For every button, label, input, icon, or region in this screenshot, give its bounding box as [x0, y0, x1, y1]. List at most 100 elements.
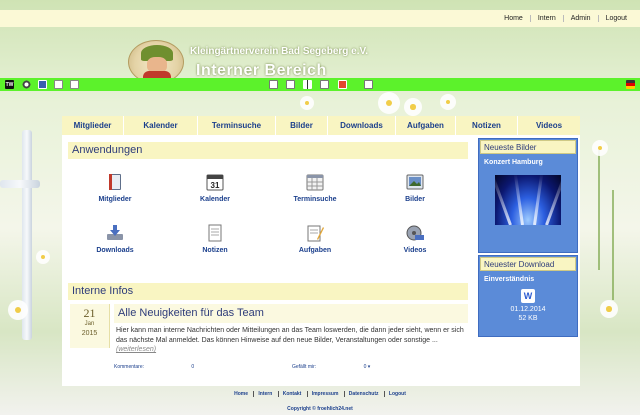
flower-stem	[612, 190, 614, 300]
tw-logo-icon[interactable]: TW	[5, 80, 14, 89]
latest-download-heading: Neuester Download	[480, 257, 576, 271]
daisy-flower	[440, 94, 456, 110]
main-panel: Mitglieder Kalender Terminsuche Bilder D…	[62, 116, 580, 386]
daisy-flower	[36, 250, 50, 264]
top-nav-logout[interactable]: Logout	[597, 15, 634, 22]
fence-post	[22, 130, 32, 340]
top-nav-admin[interactable]: Admin	[562, 15, 598, 22]
app-label: Kalender	[200, 196, 230, 203]
light-beam	[545, 175, 561, 225]
top-nav-home[interactable]: Home	[497, 15, 530, 22]
footer-link-kontakt[interactable]: Kontakt	[277, 391, 306, 397]
picture-icon	[406, 174, 424, 190]
arrow-right-icon[interactable]	[286, 80, 295, 89]
nav-kalender[interactable]: Kalender	[124, 116, 198, 135]
light-beam	[533, 175, 544, 225]
footer-link-logout[interactable]: Logout	[383, 391, 410, 397]
notes-icon	[208, 224, 222, 242]
nav-downloads[interactable]: Downloads	[328, 116, 396, 135]
nav-bilder[interactable]: Bilder	[276, 116, 328, 135]
news-body: Hier kann man interne Nachrichten oder M…	[116, 326, 470, 355]
daisy-flower	[600, 300, 618, 318]
footer-nav: Home Intern Kontakt Impressum Datenschut…	[0, 391, 640, 397]
site-title: Kleingärtnerverein Bad Segeberg e.V.	[190, 46, 369, 57]
app-downloads[interactable]: Downloads	[70, 223, 160, 254]
image-icon[interactable]	[38, 80, 47, 89]
light-beam	[495, 175, 512, 225]
concert-photo[interactable]	[495, 175, 561, 225]
app-terminsuche[interactable]: Terminsuche	[270, 172, 360, 203]
latest-pictures-box: Neueste Bilder Konzert Hamburg	[478, 138, 578, 253]
footer-link-intern[interactable]: Intern	[253, 391, 277, 397]
app-aufgaben[interactable]: Aufgaben	[270, 223, 360, 254]
app-kalender[interactable]: 31 Kalender	[170, 172, 260, 203]
fence-rail	[0, 180, 40, 188]
likes-dropdown-icon[interactable]: ▾	[368, 364, 371, 370]
app-label: Videos	[403, 247, 427, 254]
app-label: Downloads	[96, 247, 134, 254]
gear-icon[interactable]	[22, 80, 31, 89]
news-day: 21	[83, 306, 96, 320]
app-notizen[interactable]: Notizen	[170, 223, 260, 254]
admin-toolbar: TW	[0, 78, 640, 91]
word-document-icon[interactable]: W	[521, 289, 535, 303]
download-date: 01.12.2014	[510, 306, 546, 313]
latest-download-box: Neuester Download Einverständnis W 01.12…	[478, 255, 578, 337]
likes-meta[interactable]: Gefällt mir: 0 ▾	[292, 364, 370, 370]
shield-icon[interactable]	[338, 80, 347, 89]
calendar-icon: 31	[206, 174, 224, 191]
schedule-grid-icon	[306, 174, 324, 191]
new-page-icon[interactable]	[70, 80, 79, 89]
daisy-flower	[378, 92, 400, 114]
calendar-day-number: 31	[211, 181, 220, 190]
comments-meta[interactable]: Kommentare: 0	[114, 364, 194, 370]
app-bilder[interactable]: Bilder	[370, 172, 460, 203]
top-nav: Home Intern Admin Logout	[497, 10, 634, 27]
likes-count: 0	[363, 364, 367, 370]
mail-icon[interactable]	[364, 80, 373, 89]
read-more-link[interactable]: (weiterlesen)	[116, 346, 156, 353]
app-videos[interactable]: Videos	[370, 223, 460, 254]
applications-grid: Mitglieder 31 Kalender Terminsuche Bilde…	[70, 172, 468, 272]
pages-icon[interactable]	[54, 80, 63, 89]
comments-label: Kommentare:	[114, 364, 145, 370]
news-year: 2015	[81, 330, 98, 337]
app-mitglieder[interactable]: Mitglieder	[70, 172, 160, 203]
top-nav-intern[interactable]: Intern	[529, 15, 563, 22]
footer-link-impressum[interactable]: Impressum	[306, 391, 343, 397]
news-date: 21 Jan 2015	[70, 304, 110, 348]
arrow-left-icon[interactable]	[303, 80, 312, 89]
nav-terminsuche[interactable]: Terminsuche	[198, 116, 276, 135]
app-label: Aufgaben	[298, 247, 332, 254]
news-title[interactable]: Alle Neuigkeiten für das Team	[114, 304, 468, 323]
latest-picture-caption[interactable]: Konzert Hamburg	[479, 155, 577, 169]
daisy-flower	[404, 98, 422, 116]
nav-mitglieder[interactable]: Mitglieder	[62, 116, 124, 135]
flag-icon[interactable]	[626, 80, 635, 89]
daisy-flower	[8, 300, 28, 320]
main-nav: Mitglieder Kalender Terminsuche Bilder D…	[62, 116, 580, 135]
copyright[interactable]: Copyright © froehlich24.net	[0, 406, 640, 412]
app-label: Mitglieder	[98, 196, 132, 203]
comments-count: 0	[191, 364, 195, 370]
news-month: Jan	[84, 321, 95, 327]
footer-link-home[interactable]: Home	[230, 391, 252, 397]
document-icon[interactable]	[269, 80, 278, 89]
app-label: Bilder	[405, 196, 425, 203]
tasks-pencil-icon	[307, 225, 324, 242]
nav-videos[interactable]: Videos	[518, 116, 580, 135]
daisy-flower	[300, 96, 314, 110]
nav-aufgaben[interactable]: Aufgaben	[396, 116, 456, 135]
nav-notizen[interactable]: Notizen	[456, 116, 518, 135]
footer-link-datenschutz[interactable]: Datenschutz	[343, 391, 383, 397]
info-heading: Interne Infos	[68, 283, 468, 300]
top-bar: Home Intern Admin Logout	[0, 10, 640, 27]
edit-icon[interactable]	[320, 80, 329, 89]
flower-stem	[598, 150, 600, 270]
latest-download-caption[interactable]: Einverständnis	[479, 272, 577, 286]
daisy-flower	[592, 140, 608, 156]
members-book-icon	[109, 174, 121, 190]
download-tray-icon	[107, 225, 123, 240]
news-text: Hier kann man interne Nachrichten oder M…	[116, 327, 464, 344]
likes-label: Gefällt mir:	[292, 364, 317, 370]
